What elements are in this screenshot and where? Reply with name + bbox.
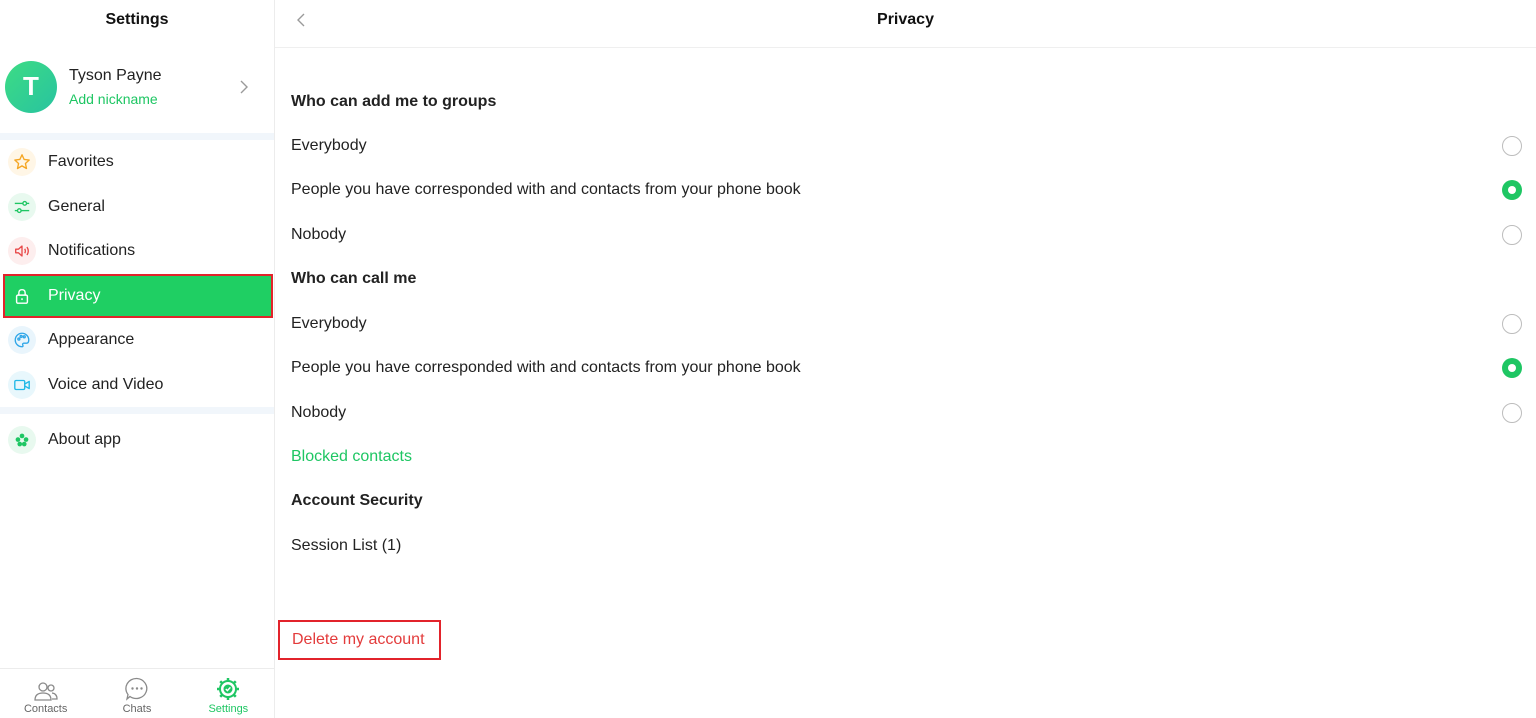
delete-account-label[interactable]: Delete my account [292,631,425,649]
tab-settings[interactable]: Settings [183,669,274,718]
section-title-calls: Who can call me [291,257,1522,301]
lock-icon [8,282,36,310]
section-title-groups: Who can add me to groups [291,80,1522,124]
option-call-nobody[interactable]: Nobody [291,391,1522,435]
radio-button[interactable] [1502,136,1522,156]
session-list-label[interactable]: Session List (1) [291,537,401,555]
sidebar-item-notifications[interactable]: Notifications [0,229,274,274]
session-list-item[interactable]: Session List (1) [291,524,1522,568]
sidebar-item-label: Appearance [48,331,135,349]
chat-bubble-icon [125,677,148,701]
contacts-icon [34,682,58,701]
tab-contacts[interactable]: Contacts [0,669,91,718]
clover-icon [8,426,36,454]
option-label: Nobody [291,226,347,243]
tab-label: Chats [122,703,152,715]
sidebar-item-privacy[interactable]: Privacy [3,273,273,318]
star-icon [8,148,36,177]
option-call-everybody[interactable]: Everybody [291,302,1522,346]
divider [0,407,274,414]
sidebar-item-appearance[interactable]: Appearance [0,318,274,363]
sidebar-item-label: General [48,197,105,215]
section-title-text: Who can add me to groups [291,93,497,110]
sidebar-item-about-app[interactable]: About app [0,414,274,466]
privacy-panel: Privacy Who can add me to groups Everybo… [275,0,1536,718]
option-label: Everybody [291,315,367,332]
add-nickname-link[interactable]: Add nickname [69,91,162,107]
sliders-icon [8,192,36,221]
divider [0,133,274,140]
blocked-contacts-label[interactable]: Blocked contacts [291,448,412,466]
settings-gear-icon [217,678,240,700]
sidebar-item-label: Notifications [48,242,136,260]
option-call-contacts[interactable]: People you have corresponded with and co… [291,346,1522,390]
page-title: Privacy [877,11,934,28]
sidebar-item-label: Favorites [48,153,114,171]
sidebar-item-label: About app [48,431,121,448]
radio-button[interactable] [1502,403,1522,423]
sidebar-item-general[interactable]: General [0,185,274,230]
tab-label: Contacts [23,703,68,715]
sidebar-item-label: Voice and Video [48,375,164,393]
back-chevron-icon[interactable] [293,11,309,29]
sidebar-item-label: Privacy [48,286,101,304]
avatar: T [5,60,57,113]
panel-header: Privacy [275,0,1536,48]
option-label: People you have corresponded with and co… [291,359,801,376]
radio-button-selected[interactable] [1502,358,1522,378]
radio-button-selected[interactable] [1502,180,1522,200]
bottom-tab-bar: Contacts Chats Settings [0,668,274,718]
profile-card[interactable]: T Tyson Payne Add nickname [0,40,274,133]
sidebar-item-voice-and-video[interactable]: Voice and Video [0,363,274,408]
option-label: Everybody [291,137,367,154]
speaker-icon [8,237,36,266]
blocked-contacts-link[interactable]: Blocked contacts [291,435,1522,479]
option-groups-nobody[interactable]: Nobody [291,213,1522,257]
option-groups-contacts[interactable]: People you have corresponded with and co… [291,168,1522,212]
profile-name: Tyson Payne [69,66,162,84]
profile-text: Tyson Payne Add nickname [69,67,162,107]
radio-button[interactable] [1502,314,1522,334]
settings-sidebar: Settings T Tyson Payne Add nickname Favo… [0,0,275,718]
option-label: People you have corresponded with and co… [291,181,801,198]
palette-icon [8,326,36,355]
chevron-right-icon [240,80,248,93]
app-window: Settings T Tyson Payne Add nickname Favo… [0,0,1536,718]
section-title-text: Who can call me [291,270,417,287]
tab-chats[interactable]: Chats [91,669,182,718]
option-groups-everybody[interactable]: Everybody [291,124,1522,168]
delete-account-button[interactable]: Delete my account [278,620,441,660]
section-title-security: Account Security [291,479,1522,523]
video-camera-icon [8,370,36,399]
sidebar-title: Settings [105,11,169,28]
option-label: Nobody [291,404,347,421]
section-title-text: Account Security [291,492,423,509]
tab-label: Settings [208,703,249,715]
sidebar-item-favorites[interactable]: Favorites [0,140,274,185]
radio-button[interactable] [1502,225,1522,245]
